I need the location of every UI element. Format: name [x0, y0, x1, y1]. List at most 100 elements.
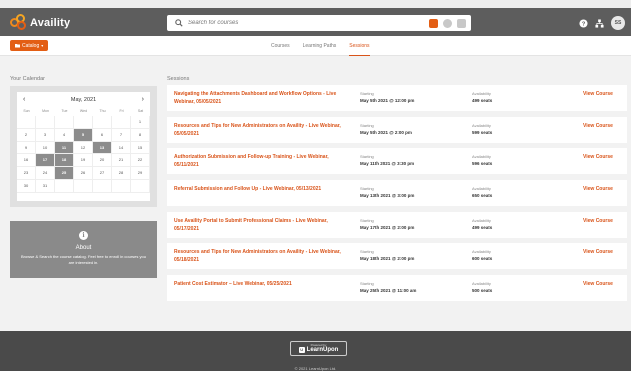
view-course-link[interactable]: View Course: [583, 123, 613, 131]
powered-by-badge[interactable]: Powered by U LearnUpon: [290, 341, 347, 356]
calendar-day[interactable]: 6: [93, 128, 112, 142]
calendar-day[interactable]: 1: [131, 116, 150, 129]
session-title-link[interactable]: Resources and Tips for New Administrator…: [174, 123, 349, 138]
availability-value: 499 seats: [472, 225, 493, 230]
calendar-day[interactable]: 22: [131, 154, 150, 168]
calendar-day[interactable]: 16: [17, 154, 36, 168]
calendar-day[interactable]: 13: [93, 141, 112, 155]
help-icon[interactable]: ?: [579, 18, 588, 28]
calendar-day[interactable]: 8: [131, 128, 150, 142]
calendar-day[interactable]: 4: [55, 128, 74, 142]
calendar-day[interactable]: 31: [36, 179, 55, 193]
calendar-heading: Your Calendar: [10, 76, 45, 82]
next-month-icon[interactable]: ›: [142, 96, 144, 103]
calendar-day[interactable]: 17: [36, 154, 55, 168]
search-icon[interactable]: [172, 16, 186, 30]
session-title-link[interactable]: Referral Submission and Follow Up - Live…: [174, 186, 349, 194]
calendar-day[interactable]: 26: [74, 167, 93, 180]
calendar-day-empty: [74, 116, 93, 129]
availability-value: 599 seats: [472, 130, 493, 135]
calendar-day-empty: [74, 179, 93, 193]
person-icon[interactable]: [443, 18, 452, 28]
view-course-link[interactable]: View Course: [583, 186, 613, 194]
calendar-day[interactable]: 12: [74, 141, 93, 155]
about-title: About: [75, 245, 92, 251]
session-card: Resources and Tips for New Administrator…: [167, 243, 627, 269]
starting-value: May 5th 2021 @ 12:00 pm: [360, 98, 415, 103]
calendar-day[interactable]: 9: [17, 141, 36, 155]
availability-label: Availability: [472, 154, 491, 159]
tab-sessions[interactable]: Sessions: [349, 36, 370, 56]
calendar-day-empty: [17, 116, 36, 129]
sessions-heading: Sessions: [167, 76, 190, 82]
prev-month-icon[interactable]: ‹: [23, 96, 25, 103]
calendar-day[interactable]: 23: [17, 167, 36, 180]
calendar-day[interactable]: 7: [112, 128, 131, 142]
search-input[interactable]: [188, 20, 429, 26]
starting-label: Starting: [360, 123, 374, 128]
calendar-day[interactable]: 18: [55, 154, 74, 168]
calendar-day[interactable]: 15: [131, 141, 150, 155]
view-course-link[interactable]: View Course: [583, 154, 613, 162]
view-course-link[interactable]: View Course: [583, 281, 613, 289]
calendar-day[interactable]: 14: [112, 141, 131, 155]
book-icon[interactable]: [429, 18, 438, 28]
session-card: Navigating the Attachments Dashboard and…: [167, 85, 627, 111]
footer: Powered by U LearnUpon © 2021 LearnUpon …: [0, 331, 631, 371]
weekday-header: Tue: [61, 109, 68, 113]
weekday-header: Fri: [119, 109, 124, 113]
availability-label: Availability: [472, 249, 491, 254]
group-icon[interactable]: [457, 18, 466, 28]
calendar-day[interactable]: 19: [74, 154, 93, 168]
session-title-link[interactable]: Use Availity Portal to Submit Profession…: [174, 218, 349, 233]
calendar-day-empty: [55, 116, 74, 129]
availability-label: Availability: [472, 281, 491, 286]
catalog-label: Catalog: [22, 42, 40, 49]
view-course-link[interactable]: View Course: [583, 218, 613, 226]
session-card: Authorization Submission and Follow-up T…: [167, 148, 627, 174]
calendar-day[interactable]: 27: [93, 167, 112, 180]
tab-courses[interactable]: Courses: [271, 36, 290, 56]
folder-icon: [15, 44, 20, 48]
session-title-link[interactable]: Navigating the Attachments Dashboard and…: [174, 91, 349, 106]
tab-learning-paths[interactable]: Learning Paths: [303, 36, 337, 56]
calendar-day[interactable]: 10: [36, 141, 55, 155]
starting-label: Starting: [360, 91, 374, 96]
calendar-day[interactable]: 11: [55, 141, 74, 155]
session-card: Resources and Tips for New Administrator…: [167, 117, 627, 143]
sitemap-icon[interactable]: [595, 18, 604, 28]
weekday-header: Wed: [79, 109, 88, 113]
catalog-button[interactable]: Catalog ▾: [10, 40, 49, 51]
starting-label: Starting: [360, 281, 374, 286]
calendar-day[interactable]: 25: [55, 167, 74, 180]
weekday-header: Thu: [99, 109, 106, 113]
calendar-day[interactable]: 29: [131, 167, 150, 180]
calendar-day[interactable]: 24: [36, 167, 55, 180]
availability-value: 600 seats: [472, 256, 493, 261]
view-course-link[interactable]: View Course: [583, 91, 613, 99]
about-panel: i About Browse & Search the course catal…: [10, 221, 157, 278]
about-text: Browse & Search the course catalog. Feel…: [21, 254, 146, 265]
view-course-link[interactable]: View Course: [583, 249, 613, 257]
calendar-day[interactable]: 21: [112, 154, 131, 168]
calendar-day[interactable]: 28: [112, 167, 131, 180]
session-title-link[interactable]: Resources and Tips for New Administrator…: [174, 249, 349, 264]
session-card: Referral Submission and Follow Up - Live…: [167, 180, 627, 206]
weekday-header: Sat: [137, 109, 144, 113]
starting-value: May 18th 2021 @ 2:00 pm: [360, 256, 415, 261]
calendar-day[interactable]: 20: [93, 154, 112, 168]
session-title-link[interactable]: Patient Cost Estimator – Live Webinar, 0…: [174, 281, 349, 289]
weekday-header: Sun: [23, 109, 30, 113]
top-bar: Availity ? SS: [0, 0, 631, 36]
starting-value: May 17th 2021 @ 2:00 pm: [360, 225, 415, 230]
availability-label: Availability: [472, 186, 491, 191]
session-title-link[interactable]: Authorization Submission and Follow-up T…: [174, 154, 349, 169]
calendar-day[interactable]: 5: [74, 128, 93, 142]
avatar[interactable]: SS: [611, 16, 625, 30]
calendar-day[interactable]: 2: [17, 128, 36, 142]
availability-label: Availability: [472, 218, 491, 223]
logo[interactable]: Availity: [10, 14, 70, 32]
availability-label: Availability: [472, 91, 491, 96]
calendar-day[interactable]: 30: [17, 179, 36, 193]
calendar-day[interactable]: 3: [36, 128, 55, 142]
